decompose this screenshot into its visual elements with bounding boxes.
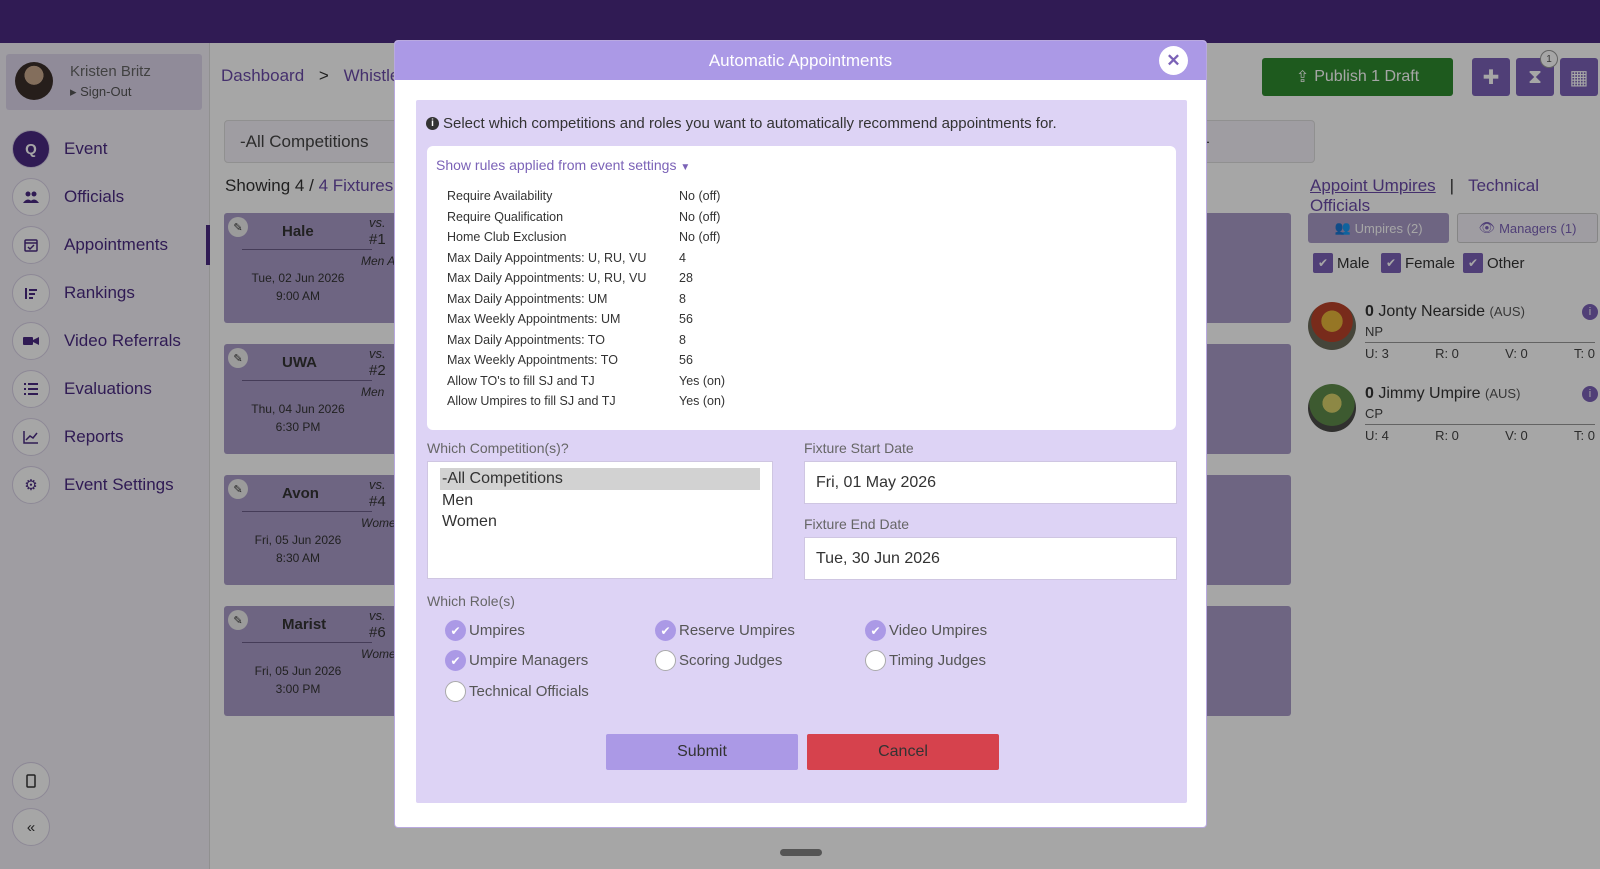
rule-value: No (off): [679, 189, 721, 204]
check-icon: ✔: [445, 620, 466, 641]
role-label: Timing Judges: [889, 652, 986, 669]
rule-row: Require Qualification No (off): [447, 207, 1047, 228]
start-date-input[interactable]: Fri, 01 May 2026: [804, 461, 1177, 504]
submit-button[interactable]: Submit: [606, 734, 798, 770]
rule-row: Max Weekly Appointments: UM 56: [447, 309, 1047, 330]
rule-label: Allow Umpires to fill SJ and TJ: [447, 394, 616, 409]
show-rules-label: Show rules applied from event settings: [436, 157, 677, 173]
rule-label: Home Club Exclusion: [447, 230, 567, 245]
rule-label: Max Daily Appointments: U, RU, VU: [447, 271, 647, 286]
rule-value: No (off): [679, 230, 721, 245]
rule-row: Home Club Exclusion No (off): [447, 227, 1047, 248]
rule-row: Allow TO's to fill SJ and TJ Yes (on): [447, 371, 1047, 392]
cancel-button[interactable]: Cancel: [807, 734, 999, 770]
rule-label: Max Daily Appointments: U, RU, VU: [447, 250, 647, 265]
role-video-umpires-checkbox[interactable]: ✔ Video Umpires: [865, 620, 987, 641]
role-scoring-judges-checkbox[interactable]: Scoring Judges: [655, 650, 782, 671]
rule-label: Allow TO's to fill SJ and TJ: [447, 373, 595, 388]
rule-label: Max Weekly Appointments: TO: [447, 353, 618, 368]
competition-option[interactable]: Women: [440, 511, 760, 533]
rule-row: Require Availability No (off): [447, 186, 1047, 207]
role-umpire-managers-checkbox[interactable]: ✔ Umpire Managers: [445, 650, 588, 671]
role-label: Technical Officials: [469, 683, 589, 700]
rule-row: Allow Umpires to fill SJ and TJ Yes (on): [447, 391, 1047, 412]
drag-handle[interactable]: [780, 849, 822, 856]
rule-row: Max Daily Appointments: U, RU, VU 28: [447, 268, 1047, 289]
rule-row: Max Daily Appointments: UM 8: [447, 289, 1047, 310]
rule-row: Max Weekly Appointments: TO 56: [447, 350, 1047, 371]
role-label: Reserve Umpires: [679, 622, 795, 639]
rule-row: Max Daily Appointments: U, RU, VU 4: [447, 248, 1047, 269]
competitions-listbox[interactable]: -All Competitions Men Women: [427, 461, 773, 579]
role-label: Video Umpires: [889, 622, 988, 639]
rule-value: No (off): [679, 209, 721, 224]
rule-value: 8: [679, 291, 686, 306]
rule-value: 56: [679, 353, 693, 368]
role-timing-judges-checkbox[interactable]: Timing Judges: [865, 650, 986, 671]
rule-label: Require Availability: [447, 189, 553, 204]
unchecked-circle-icon: [445, 681, 466, 702]
modal-intro: i Select which competitions and roles yo…: [426, 115, 1057, 132]
role-umpires-checkbox[interactable]: ✔ Umpires: [445, 620, 525, 641]
competition-option[interactable]: -All Competitions: [440, 468, 760, 490]
competitions-label: Which Competition(s)?: [427, 440, 569, 456]
caret-down-icon: ▼: [680, 162, 691, 173]
role-technical-officials-checkbox[interactable]: Technical Officials: [445, 681, 589, 702]
unchecked-circle-icon: [655, 650, 676, 671]
check-icon: ✔: [445, 650, 466, 671]
show-rules-toggle[interactable]: Show rules applied from event settings ▼: [436, 157, 690, 173]
rule-row: Max Daily Appointments: TO 8: [447, 330, 1047, 351]
modal-title: Automatic Appointments: [395, 41, 1206, 80]
rule-value: Yes (on): [679, 394, 726, 409]
rule-label: Max Daily Appointments: UM: [447, 291, 608, 306]
info-icon: i: [426, 117, 439, 130]
end-date-input[interactable]: Tue, 30 Jun 2026: [804, 537, 1177, 580]
unchecked-circle-icon: [865, 650, 886, 671]
close-icon[interactable]: ✕: [1159, 46, 1188, 75]
start-date-label: Fixture Start Date: [804, 440, 914, 456]
modal-body: i Select which competitions and roles yo…: [416, 100, 1187, 803]
rule-value: 28: [679, 271, 693, 286]
competition-option[interactable]: Men: [440, 490, 760, 512]
end-date-label: Fixture End Date: [804, 516, 910, 532]
role-label: Umpire Managers: [469, 652, 589, 669]
check-icon: ✔: [655, 620, 676, 641]
role-label: Scoring Judges: [679, 652, 783, 669]
check-icon: ✔: [865, 620, 886, 641]
rules-table: Require Availability No (off) Require Qua…: [447, 186, 1047, 412]
rule-label: Max Daily Appointments: TO: [447, 332, 605, 347]
rule-label: Require Qualification: [447, 209, 564, 224]
role-label: Umpires: [469, 622, 525, 639]
rule-value: Yes (on): [679, 373, 726, 388]
rules-panel: Show rules applied from event settings ▼…: [427, 146, 1176, 430]
rule-value: 8: [679, 332, 686, 347]
modal-intro-text: Select which competitions and roles you …: [443, 115, 1057, 132]
roles-label: Which Role(s): [427, 593, 515, 609]
rule-value: 56: [679, 312, 693, 327]
rule-value: 4: [679, 250, 686, 265]
rule-label: Max Weekly Appointments: UM: [447, 312, 621, 327]
role-reserve-umpires-checkbox[interactable]: ✔ Reserve Umpires: [655, 620, 795, 641]
automatic-appointments-modal: Automatic Appointments ✕ i Select which …: [394, 40, 1207, 828]
